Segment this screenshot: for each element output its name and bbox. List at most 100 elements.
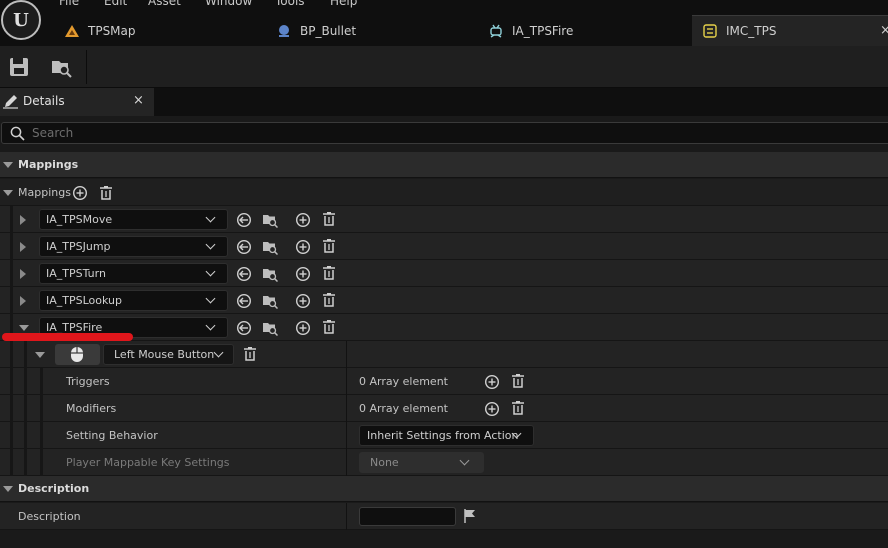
level-icon <box>65 24 79 37</box>
action-combo[interactable]: IA_TPSJump <box>39 236 228 257</box>
trash-icon[interactable] <box>242 346 258 362</box>
mouse-icon <box>71 347 83 362</box>
setting-behavior-combo[interactable]: Inherit Settings from Action <box>359 425 534 446</box>
browse-icon[interactable] <box>262 293 278 309</box>
search-input[interactable] <box>32 125 532 141</box>
pencil-icon <box>3 95 18 109</box>
chevron-down-icon <box>459 455 470 466</box>
chevron-down-icon <box>205 293 216 304</box>
mapping-row: IA_TPSJump <box>0 233 888 260</box>
tab-ia-tpsfire[interactable]: IA_TPSFire <box>488 15 573 46</box>
browse-icon[interactable] <box>262 212 278 228</box>
collapse-arrow-icon[interactable] <box>19 325 29 331</box>
menu-window[interactable]: Window <box>205 0 252 8</box>
trash-icon[interactable] <box>510 400 526 416</box>
tab-close-icon[interactable]: × <box>880 23 888 38</box>
expand-arrow-icon[interactable] <box>20 215 26 225</box>
unreal-logo[interactable]: U <box>1 0 41 40</box>
property-row-triggers: Triggers 0 Array element <box>0 368 888 395</box>
section-description[interactable]: Description <box>0 476 888 502</box>
mapping-row: IA_TPSMove <box>0 206 888 233</box>
property-row-description: Description <box>0 503 888 530</box>
expand-arrow-icon[interactable] <box>20 269 26 279</box>
browse-icon[interactable] <box>262 266 278 282</box>
player-mappable-combo[interactable]: None <box>359 452 484 473</box>
mapping-row: IA_TPSLookup <box>0 287 888 314</box>
collapse-arrow-icon[interactable] <box>3 162 13 168</box>
toolbar-separator <box>86 50 87 84</box>
search-box[interactable] <box>1 122 888 144</box>
trash-icon[interactable] <box>321 238 337 254</box>
expand-arrow-icon[interactable] <box>20 296 26 306</box>
add-icon[interactable] <box>295 320 311 336</box>
property-label: Setting Behavior <box>66 429 158 442</box>
tab-tpsmap[interactable]: TPSMap <box>64 15 136 46</box>
section-mappings[interactable]: Mappings <box>0 152 888 178</box>
collapse-arrow-icon[interactable] <box>35 352 45 358</box>
chevron-down-icon <box>213 347 224 358</box>
add-icon[interactable] <box>295 212 311 228</box>
action-combo[interactable]: IA_TPSMove <box>39 209 228 230</box>
search-icon <box>10 126 25 141</box>
tab-label: IA_TPSFire <box>512 23 574 38</box>
key-selector-button[interactable] <box>55 344 100 365</box>
use-selected-icon[interactable] <box>236 293 252 309</box>
trash-icon[interactable] <box>510 373 526 389</box>
property-label: Description <box>18 510 81 523</box>
browse-icon[interactable] <box>262 239 278 255</box>
player-mappable-value: None <box>370 456 399 469</box>
chevron-down-icon <box>205 266 216 277</box>
trash-icon[interactable] <box>321 319 337 335</box>
action-name: IA_TPSLookup <box>46 294 122 307</box>
tab-label: IMC_TPS <box>726 23 777 38</box>
add-icon[interactable] <box>484 374 500 390</box>
tab-imc-tps-content[interactable]: IMC_TPS <box>702 15 776 46</box>
details-title: Details <box>23 94 65 108</box>
input-action-icon <box>490 24 502 38</box>
menu-tools[interactable]: Tools <box>275 0 305 8</box>
add-icon[interactable] <box>295 293 311 309</box>
action-name: IA_TPSMove <box>46 213 113 226</box>
action-combo[interactable]: IA_TPSLookup <box>39 290 228 311</box>
chevron-down-icon <box>205 239 216 250</box>
collapse-arrow-icon[interactable] <box>3 190 13 196</box>
property-label: Modifiers <box>66 402 117 415</box>
add-icon[interactable] <box>295 239 311 255</box>
collapse-arrow-icon[interactable] <box>3 486 13 492</box>
menu-asset[interactable]: Asset <box>148 0 181 8</box>
chevron-down-icon <box>205 320 216 331</box>
description-input[interactable] <box>359 507 456 526</box>
action-combo[interactable]: IA_TPSTurn <box>39 263 228 284</box>
add-icon[interactable] <box>484 401 500 417</box>
flag-icon[interactable] <box>462 508 478 524</box>
trash-icon[interactable] <box>98 185 114 201</box>
use-selected-icon[interactable] <box>236 239 252 255</box>
browse-icon[interactable] <box>262 320 278 336</box>
trash-icon[interactable] <box>321 265 337 281</box>
trash-icon[interactable] <box>321 211 337 227</box>
tab-bp-bullet[interactable]: BP_Bullet <box>276 15 356 46</box>
property-value: 0 Array element <box>359 402 448 415</box>
mapping-row: IA_TPSTurn <box>0 260 888 287</box>
blueprint-icon <box>279 24 289 37</box>
property-value: 0 Array element <box>359 375 448 388</box>
add-icon[interactable] <box>72 185 88 201</box>
tab-label: TPSMap <box>88 23 136 38</box>
details-close-icon[interactable]: × <box>133 93 144 108</box>
menu-help[interactable]: Help <box>330 0 357 8</box>
menu-edit[interactable]: Edit <box>104 0 127 8</box>
menu-file[interactable]: File <box>59 0 79 8</box>
key-combo[interactable]: Left Mouse Button <box>103 344 234 365</box>
mappings-array-row: Mappings <box>0 179 888 206</box>
toolbar <box>0 46 888 88</box>
tab-label: BP_Bullet <box>300 23 357 38</box>
use-selected-icon[interactable] <box>236 266 252 282</box>
use-selected-icon[interactable] <box>236 212 252 228</box>
save-icon[interactable] <box>8 56 30 78</box>
trash-icon[interactable] <box>321 292 337 308</box>
mappings-label: Mappings <box>18 186 71 199</box>
expand-arrow-icon[interactable] <box>20 242 26 252</box>
browse-icon[interactable] <box>50 56 72 78</box>
use-selected-icon[interactable] <box>236 320 252 336</box>
add-icon[interactable] <box>295 266 311 282</box>
